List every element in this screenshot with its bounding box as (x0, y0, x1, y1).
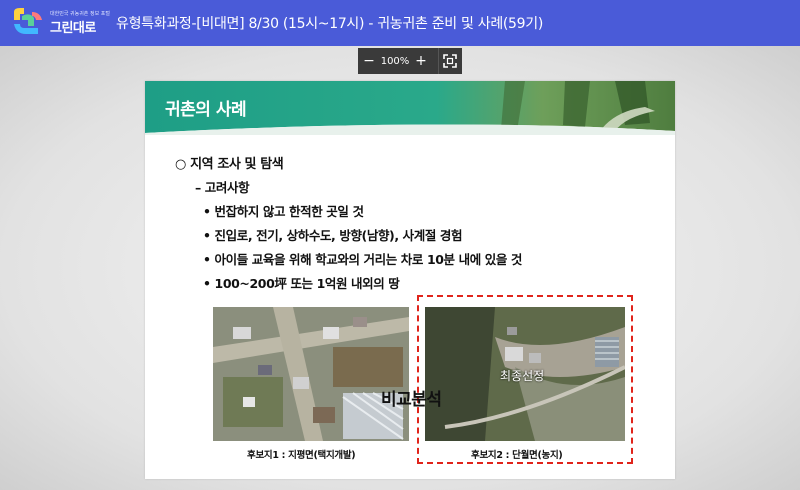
logo-mark-icon (14, 8, 42, 34)
bullet-line: • 진입로, 전기, 상하수도, 방향(남향), 사계절 경험 (203, 228, 463, 243)
slide-title: 귀촌의 사례 (165, 100, 247, 120)
aerial-photo-candidate-1 (213, 307, 409, 441)
caption-candidate-2: 후보지2 : 단월면(농지) (471, 450, 563, 461)
bullet-line: ○ 지역 조사 및 탐색 (175, 157, 284, 172)
top-bar: 대한민국 귀농귀촌 정보 포털 그린대로 유형특화과정-[비대면] 8/30 (… (0, 0, 800, 46)
bullet-line: • 번잡하지 않고 한적한 곳일 것 (203, 204, 364, 219)
fullscreen-button[interactable] (439, 48, 461, 74)
zoom-level: 100% (380, 55, 410, 67)
bullet-line: • 아이들 교육을 위해 학교와의 거리는 차로 10분 내에 있을 것 (203, 252, 523, 267)
caption-candidate-1: 후보지1 : 지평면(택지개발) (247, 450, 356, 461)
bullet-line: – 고려사항 (195, 180, 250, 195)
selected-label: 최종선정 (500, 369, 545, 383)
logo-tagline: 대한민국 귀농귀촌 정보 포털 (50, 11, 110, 17)
page-title: 유형특화과정-[비대면] 8/30 (15시~17시) - 귀농귀촌 준비 및 … (116, 16, 544, 32)
bullet-line: • 100~200坪 또는 1억원 내외의 땅 (203, 276, 400, 291)
zoom-out-button[interactable]: − (358, 48, 380, 74)
zoom-toolbar: − 100% + (358, 48, 462, 74)
logo-text: 그린대로 (50, 21, 96, 36)
fullscreen-icon (443, 54, 457, 68)
logo[interactable]: 대한민국 귀농귀촌 정보 포털 그린대로 (10, 6, 110, 40)
zoom-in-button[interactable]: + (410, 48, 432, 74)
slide: 귀촌의 사례 ○ 지역 조사 및 탐색 – 고려사항 • 번잡하지 않고 한적한… (145, 81, 675, 479)
compare-label: 비교분석 (381, 390, 442, 410)
